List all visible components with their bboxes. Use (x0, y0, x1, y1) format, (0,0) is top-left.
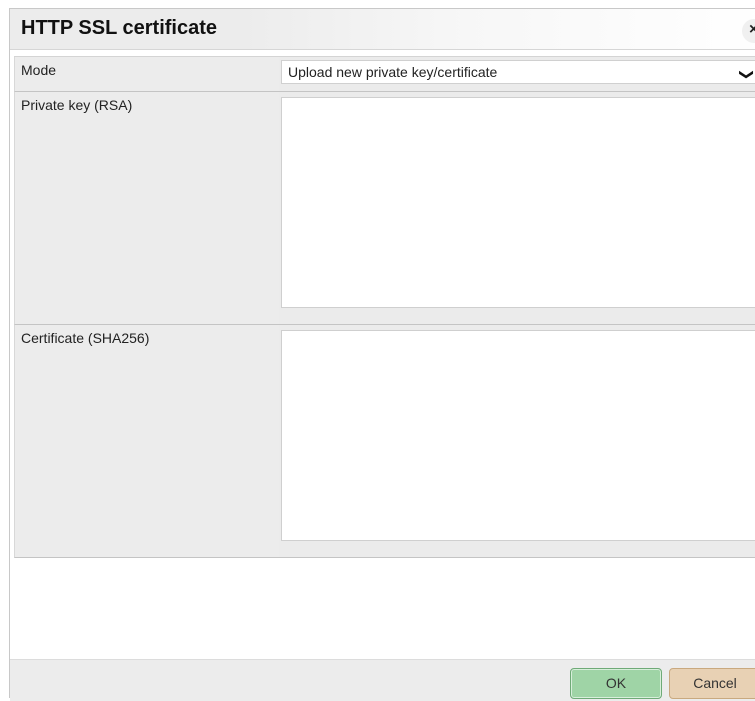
mode-selected-value: Upload new private key/certificate (288, 64, 498, 80)
mode-value-cell: Upload new private key/certificate ❯ (279, 57, 755, 91)
certificate-textarea[interactable] (281, 330, 755, 541)
dialog-titlebar: HTTP SSL certificate × (10, 9, 755, 50)
certificate-form: Mode Upload new private key/certificate … (14, 56, 755, 558)
mode-select[interactable]: Upload new private key/certificate (281, 60, 755, 84)
certificate-label: Certificate (SHA256) (15, 325, 279, 557)
certificate-value-cell (279, 325, 755, 557)
mode-row: Mode Upload new private key/certificate … (14, 57, 755, 92)
mode-label: Mode (15, 57, 279, 91)
private-key-label: Private key (RSA) (15, 92, 279, 324)
chevron-down-icon[interactable]: ❯ (738, 69, 755, 81)
close-icon[interactable]: × (742, 19, 755, 43)
private-key-value-cell (279, 92, 755, 324)
private-key-textarea[interactable] (281, 97, 755, 308)
dialog-title: HTTP SSL certificate (21, 17, 217, 39)
ssl-certificate-dialog: HTTP SSL certificate × Mode Upload new p… (9, 8, 755, 701)
private-key-row: Private key (RSA) (14, 92, 755, 325)
cancel-button[interactable]: Cancel (669, 668, 755, 699)
certificate-row: Certificate (SHA256) (14, 325, 755, 558)
ok-button[interactable]: OK (570, 668, 662, 699)
dialog-footer: OK Cancel (10, 659, 755, 701)
